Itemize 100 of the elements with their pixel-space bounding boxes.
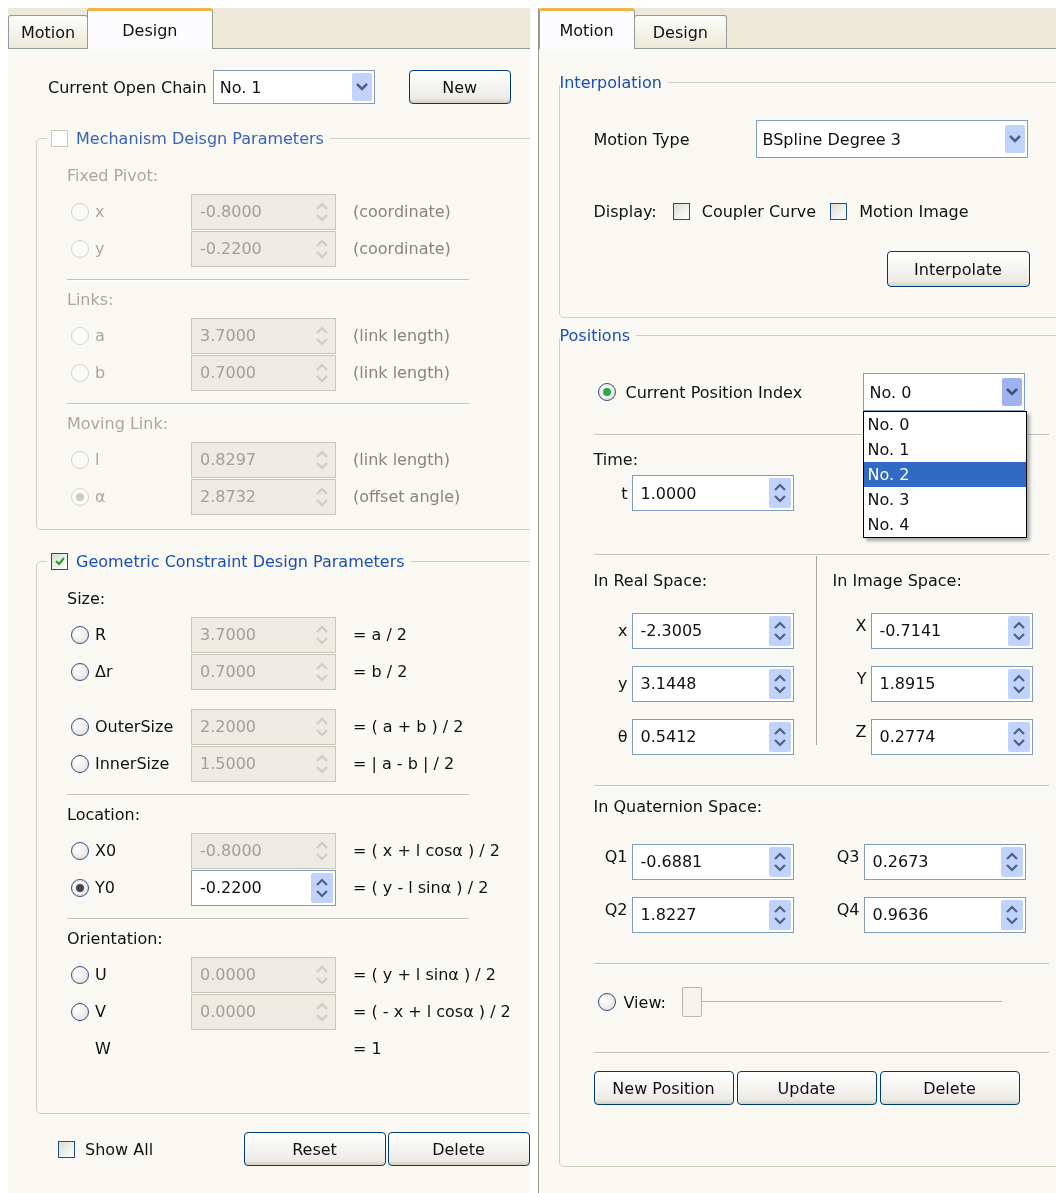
spinner-arrows-icon[interactable] xyxy=(768,899,791,930)
action-button[interactable]: Reset xyxy=(243,1132,386,1166)
number-field[interactable]: -0.6881 xyxy=(631,843,794,880)
new-button[interactable]: New xyxy=(408,70,511,104)
field-label: x xyxy=(617,621,629,640)
spinner-arrows-icon[interactable] xyxy=(768,615,791,646)
chevron-down-icon xyxy=(1004,125,1025,153)
spinner-arrows-icon[interactable] xyxy=(768,721,791,752)
motion-type-dropdown[interactable]: BSpline Degree 3 xyxy=(755,120,1028,158)
number-field[interactable]: 0.9636 xyxy=(863,896,1026,933)
spinner-arrows-icon[interactable] xyxy=(1007,721,1030,752)
group-heading: Moving Link: xyxy=(67,412,169,435)
number-field[interactable]: 0.2774 xyxy=(870,718,1033,755)
number-field[interactable]: 0.5412 xyxy=(631,718,794,755)
dropdown-option[interactable]: No. 0 xyxy=(863,412,1026,437)
radio-label: x xyxy=(95,202,106,221)
spinner-arrows-icon[interactable] xyxy=(768,668,791,699)
radio-label: α xyxy=(95,487,107,506)
row-note: = ( a + b ) / 2 xyxy=(353,717,464,736)
tab[interactable]: Design xyxy=(87,8,213,49)
row-note: = 1 xyxy=(353,1039,382,1058)
radio-label: OuterSize xyxy=(95,717,175,736)
row-note: = ( - x + l cosα ) / 2 xyxy=(353,1002,511,1021)
action-button[interactable]: Delete xyxy=(387,1132,530,1166)
group-heading: Time: xyxy=(593,448,639,471)
radio-button[interactable] xyxy=(71,965,89,984)
number-field[interactable]: -0.2200 xyxy=(191,869,336,906)
radio-label: X0 xyxy=(95,841,118,860)
checkbox[interactable] xyxy=(830,202,848,220)
spinner-arrows-icon[interactable] xyxy=(1000,846,1023,877)
row-note: (link length) xyxy=(353,326,450,345)
section-title: Geometric Constraint Design Parameters xyxy=(76,551,405,571)
group-heading: Fixed Pivot: xyxy=(67,164,159,187)
dropdown-option[interactable]: No. 2 xyxy=(863,462,1026,487)
slider-thumb[interactable] xyxy=(681,987,702,1017)
row-note: (coordinate) xyxy=(353,239,451,258)
radio-label: Δr xyxy=(95,662,114,681)
tab[interactable]: Motion xyxy=(8,15,89,48)
radio-button[interactable] xyxy=(71,878,89,897)
spinner-arrows-icon[interactable] xyxy=(1007,615,1030,646)
section-title: Interpolation xyxy=(559,72,662,92)
dropdown-option[interactable]: No. 3 xyxy=(863,487,1026,512)
checkmark-icon xyxy=(53,555,66,567)
tab[interactable]: Motion xyxy=(538,8,635,49)
tab[interactable]: Design xyxy=(633,15,727,48)
row-note: (link length) xyxy=(353,363,450,382)
number-field[interactable]: 3.1448 xyxy=(631,665,794,702)
group-heading: In Quaternion Space: xyxy=(593,795,763,818)
checkbox-label: Show All xyxy=(85,1139,154,1159)
radio-label: Current Position Index xyxy=(625,382,804,402)
checkbox-label: Coupler Curve xyxy=(701,201,817,221)
radio-label: y xyxy=(95,239,106,258)
action-button[interactable]: Update xyxy=(736,1071,877,1105)
spinner-arrows-icon[interactable] xyxy=(768,478,791,508)
chain-dropdown[interactable]: No. 1 xyxy=(212,70,375,104)
interpolate-button[interactable]: Interpolate xyxy=(886,251,1030,287)
radio-button[interactable] xyxy=(71,625,89,644)
checkbox[interactable] xyxy=(58,1140,75,1158)
group-heading: Orientation: xyxy=(67,927,163,950)
group-heading: Links: xyxy=(67,288,114,311)
number-field[interactable]: 1.8915 xyxy=(870,665,1033,702)
row-label: W xyxy=(95,1039,112,1058)
number-field[interactable]: 1.0000 xyxy=(631,475,794,511)
field-label: Y xyxy=(855,669,868,688)
radio-button[interactable] xyxy=(71,717,89,736)
group-heading: Location: xyxy=(67,803,141,826)
number-field[interactable]: -2.3005 xyxy=(631,612,794,649)
checkbox[interactable] xyxy=(51,552,68,570)
radio-button[interactable] xyxy=(71,754,89,773)
radio-label: l xyxy=(95,450,101,469)
radio-label: a xyxy=(95,326,106,345)
chevron-down-icon xyxy=(1001,378,1022,406)
radio-label: View: xyxy=(623,992,667,1012)
row-note: (link length) xyxy=(353,450,450,469)
field-label: t xyxy=(620,483,629,503)
field-label: θ xyxy=(616,727,629,746)
row-note: = ( x + l cosα ) / 2 xyxy=(353,841,500,860)
radio-button[interactable] xyxy=(597,383,616,401)
action-button[interactable]: Delete xyxy=(879,1071,1020,1105)
dropdown-option[interactable]: No. 1 xyxy=(863,437,1026,462)
dropdown-option[interactable]: No. 4 xyxy=(863,512,1026,537)
row-note: (offset angle) xyxy=(353,487,461,506)
radio-button[interactable] xyxy=(597,993,616,1011)
group-heading: In Image Space: xyxy=(832,569,962,592)
action-button[interactable]: New Position xyxy=(593,1071,734,1105)
spinner-arrows-icon[interactable] xyxy=(1007,668,1030,699)
spinner-arrows-icon[interactable] xyxy=(768,846,791,877)
row-note: = a / 2 xyxy=(353,625,408,644)
spinner-arrows-icon[interactable] xyxy=(1000,899,1023,930)
radio-label: b xyxy=(95,363,107,382)
number-field[interactable]: 0.2673 xyxy=(863,843,1026,880)
number-field[interactable]: 1.8227 xyxy=(631,896,794,933)
field-label: y xyxy=(617,674,629,693)
spinner-arrows-icon[interactable] xyxy=(311,872,333,903)
number-field[interactable]: -0.7141 xyxy=(870,612,1033,649)
group-heading: Size: xyxy=(67,587,106,610)
checkbox[interactable] xyxy=(672,202,690,220)
radio-button[interactable] xyxy=(71,662,89,681)
radio-button[interactable] xyxy=(71,841,89,860)
radio-button[interactable] xyxy=(71,1002,89,1021)
